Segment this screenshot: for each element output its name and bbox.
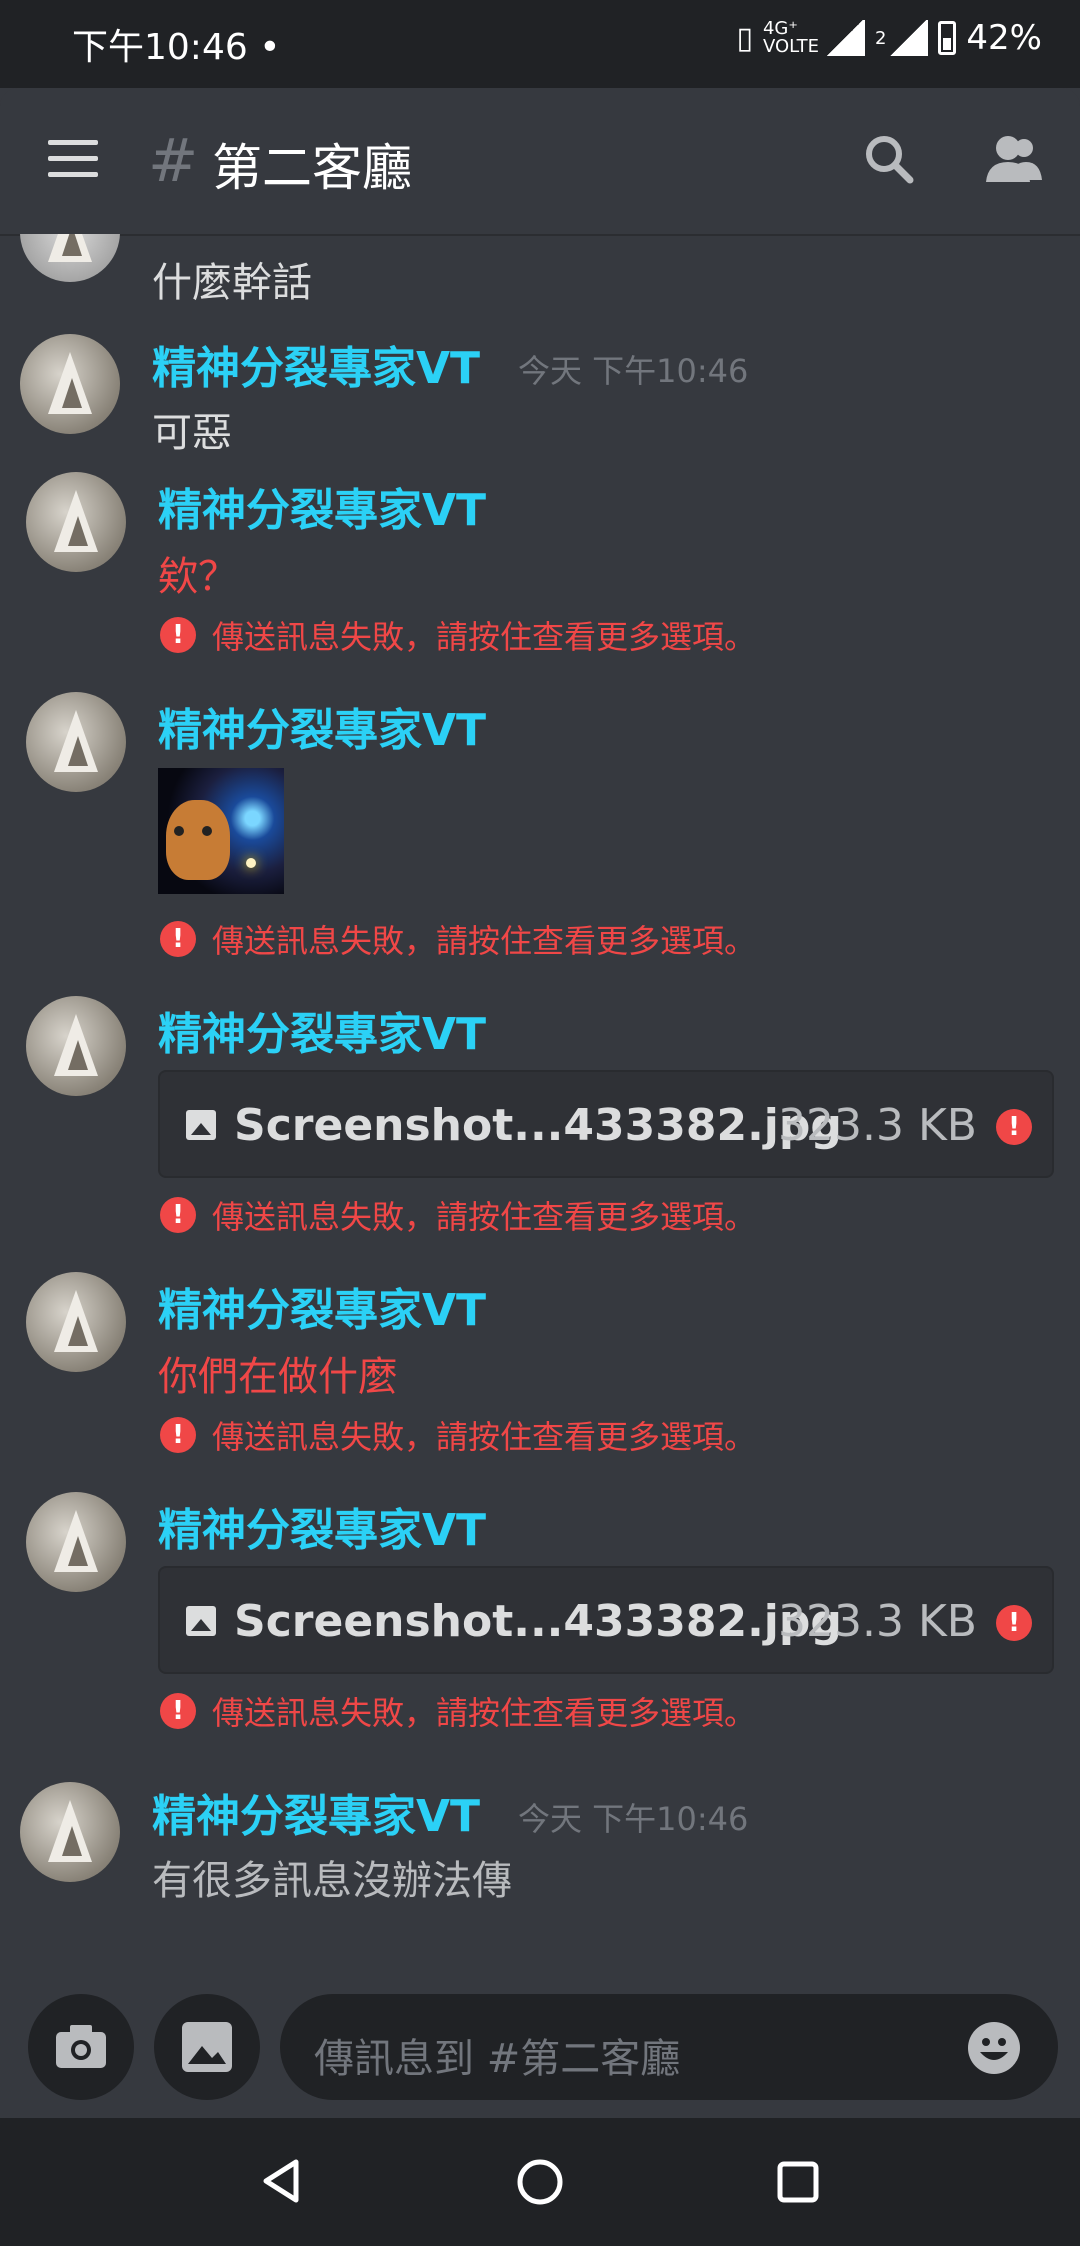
avatar[interactable]	[20, 234, 120, 282]
avatar[interactable]	[26, 472, 126, 572]
channel-title: 第二客廳	[212, 139, 412, 197]
file-attachment[interactable]: Screenshot...433382.jpg 323.3 KB !	[158, 1566, 1054, 1674]
send-error-text: 傳送訊息失敗，請按住查看更多選項。	[212, 1418, 757, 1456]
attachment-size: 323.3 KB	[778, 1596, 977, 1647]
image-file-icon	[186, 1110, 216, 1140]
image-attachment-thumbnail[interactable]	[158, 768, 284, 894]
channel-header: # 第二客廳	[0, 88, 1080, 234]
emoji-icon[interactable]	[966, 2020, 1022, 2076]
message-list[interactable]: 什麼幹話 精神分裂專家VT 今天 下午10:46 可惡 精神分裂專家VT 欸？ …	[0, 234, 1080, 1984]
username[interactable]: 精神分裂專家VT	[152, 1780, 480, 1844]
message-text-failed: 欸？	[158, 554, 238, 600]
timestamp: 今天 下午10:46	[518, 352, 749, 390]
message-input[interactable]: 傳訊息到 #第二客廳	[280, 1994, 1058, 2100]
username[interactable]: 精神分裂專家VT	[158, 474, 486, 538]
error-icon: !	[160, 617, 196, 653]
recents-icon[interactable]	[774, 2158, 822, 2206]
signal-icon	[888, 20, 929, 56]
avatar[interactable]	[20, 334, 120, 434]
error-icon: !	[160, 1197, 196, 1233]
attachment-size: 323.3 KB	[778, 1100, 977, 1151]
username[interactable]: 精神分裂專家VT	[158, 694, 486, 758]
network-label: 4G⁺ VOLTE	[762, 18, 820, 57]
status-time: 下午10:46 •	[72, 27, 281, 68]
send-error: ! 傳送訊息失敗，請按住查看更多選項。	[160, 1688, 756, 1734]
send-error-text: 傳送訊息失敗，請按住查看更多選項。	[212, 618, 757, 656]
image-icon	[182, 2022, 232, 2072]
message-input-placeholder: 傳訊息到 #第二客廳	[314, 2036, 681, 2082]
timestamp: 今天 下午10:46	[518, 1800, 749, 1838]
image-file-icon	[186, 1606, 216, 1636]
system-navigation-bar	[0, 2118, 1080, 2246]
message-composer: 傳訊息到 #第二客廳	[0, 1984, 1080, 2118]
avatar[interactable]	[26, 692, 126, 792]
attachment-filename: Screenshot...433382.jpg	[234, 1100, 842, 1151]
send-error: ! 傳送訊息失敗，請按住查看更多選項。	[160, 916, 756, 962]
message-text: 可惡	[152, 410, 232, 456]
attachment-filename: Screenshot...433382.jpg	[234, 1596, 842, 1647]
username[interactable]: 精神分裂專家VT	[158, 998, 486, 1062]
error-icon: !	[160, 1693, 196, 1729]
username[interactable]: 精神分裂專家VT	[152, 332, 480, 396]
battery-icon	[938, 21, 957, 55]
error-icon[interactable]: !	[996, 1605, 1032, 1641]
username[interactable]: 精神分裂專家VT	[158, 1274, 486, 1338]
file-attachment[interactable]: Screenshot...433382.jpg 323.3 KB !	[158, 1070, 1054, 1178]
status-icons: ▯ 4G⁺ VOLTE 2 42%	[736, 18, 1042, 58]
battery-percent: 42%	[966, 18, 1042, 58]
avatar[interactable]	[26, 996, 126, 1096]
error-icon: !	[160, 921, 196, 957]
avatar[interactable]	[26, 1492, 126, 1592]
avatar[interactable]	[26, 1272, 126, 1372]
camera-icon	[56, 2025, 106, 2068]
sim2-label: 2	[874, 27, 887, 49]
members-icon[interactable]	[984, 134, 1044, 184]
send-error-text: 傳送訊息失敗，請按住查看更多選項。	[212, 1694, 757, 1732]
home-icon[interactable]	[514, 2156, 566, 2208]
menu-icon[interactable]	[48, 140, 98, 180]
message-text: 有很多訊息沒辦法傳	[152, 1858, 512, 1904]
star-image	[246, 858, 256, 868]
vibrate-icon: ▯	[736, 20, 753, 56]
avatar[interactable]	[20, 1782, 120, 1882]
send-error: ! 傳送訊息失敗，請按住查看更多選項。	[160, 1192, 756, 1238]
send-error-text: 傳送訊息失敗，請按住查看更多選項。	[212, 922, 757, 960]
send-error: ! 傳送訊息失敗，請按住查看更多選項。	[160, 1412, 756, 1458]
send-error: ! 傳送訊息失敗，請按住查看更多選項。	[160, 612, 756, 658]
signal-icon	[824, 20, 865, 56]
gallery-button[interactable]	[154, 1994, 260, 2100]
username[interactable]: 精神分裂專家VT	[158, 1494, 486, 1558]
back-icon[interactable]	[256, 2156, 306, 2206]
cat-image	[166, 800, 230, 880]
send-error-text: 傳送訊息失敗，請按住查看更多選項。	[212, 1198, 757, 1236]
message-text-failed: 你們在做什麼	[158, 1354, 398, 1400]
search-icon[interactable]	[862, 132, 916, 186]
camera-button[interactable]	[28, 1994, 134, 2100]
error-icon[interactable]: !	[996, 1109, 1032, 1145]
status-bar: 下午10:46 • ▯ 4G⁺ VOLTE 2 42%	[0, 0, 1080, 88]
hash-icon: #	[148, 126, 199, 196]
error-icon: !	[160, 1417, 196, 1453]
message-text: 什麼幹話	[152, 260, 312, 306]
